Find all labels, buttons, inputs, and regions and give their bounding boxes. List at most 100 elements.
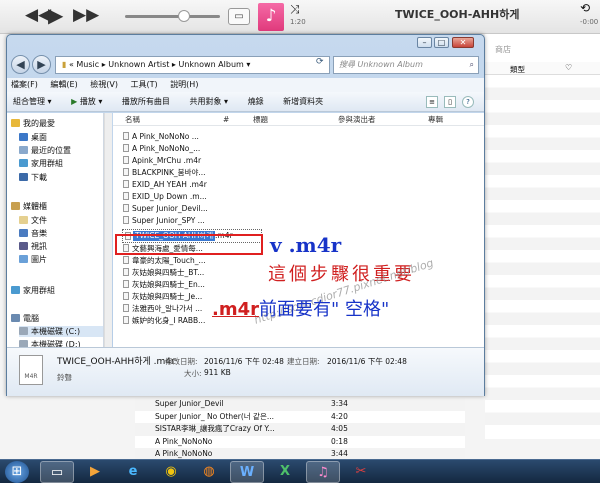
list-item[interactable]: Apink_MrChu .m4r	[123, 156, 213, 166]
breadcrumb-album[interactable]: Unknown Album	[179, 60, 244, 69]
menu-tools[interactable]: 工具(T)	[131, 80, 158, 89]
song-time: 3:34	[331, 399, 348, 408]
nav-documents[interactable]: 文件	[19, 215, 47, 226]
list-item[interactable]: 灰姑娘與四騎士_En...	[123, 280, 213, 290]
col-artists[interactable]: 參與演出者	[338, 113, 376, 126]
volume-knob[interactable]	[178, 10, 190, 22]
table-row[interactable]: Super Junior_Devil 3:34	[135, 398, 465, 411]
shuffle-icon[interactable]: ⤨	[290, 2, 300, 17]
airplay-icon[interactable]: ▭	[228, 8, 250, 25]
list-item[interactable]: EXID_Up Down .m...	[123, 192, 213, 202]
nav-recent[interactable]: 最近的位置	[19, 145, 71, 156]
nav-homegroup[interactable]: 家用群組	[11, 285, 55, 296]
fast-forward-icon[interactable]: ▶▶	[73, 5, 99, 25]
play-button[interactable]: ▶ 播放 ▾	[71, 97, 102, 106]
organize-button[interactable]: 組合管理 ▾	[13, 97, 52, 106]
genre-column-header[interactable]: 類型	[510, 64, 525, 75]
breadcrumb-artist[interactable]: Unknown Artist	[108, 60, 169, 69]
itunes-taskbar-icon[interactable]: ♫	[306, 461, 340, 483]
list-item[interactable]: A Pink_NoNoNo ...	[123, 132, 213, 142]
burn-button[interactable]: 燒錄	[248, 97, 264, 106]
recent-icon	[19, 146, 28, 154]
list-item[interactable]: 灰姑娘與四騎士_BT...	[123, 268, 213, 278]
table-row[interactable]: A Pink_NoNoNo 0:18	[135, 436, 465, 449]
nav-disk-c[interactable]: 本機磁碟 (C:)	[19, 326, 103, 337]
nav-libraries[interactable]: 媒體櫃	[11, 201, 47, 212]
col-number[interactable]: #	[223, 113, 229, 126]
list-item[interactable]: Super Junior_SPY ...	[123, 216, 213, 226]
nav-music[interactable]: 音樂	[19, 228, 47, 239]
view-options-icon[interactable]: ≡	[426, 96, 438, 108]
word-taskbar-icon[interactable]: W	[230, 461, 264, 483]
list-item[interactable]: 嫉妒的化身_I RABB...	[123, 316, 213, 326]
nav-downloads[interactable]: 下載	[19, 172, 47, 183]
close-button[interactable]: ✕	[452, 37, 474, 48]
ext-label: .m4r	[212, 299, 259, 320]
excel-taskbar-icon[interactable]: X	[268, 461, 302, 483]
store-label[interactable]: 商店	[495, 44, 511, 55]
forward-icon[interactable]: ▶	[32, 55, 51, 74]
song-title: A Pink_NoNoNo	[155, 436, 213, 446]
menu-view[interactable]: 檢視(V)	[90, 80, 118, 89]
list-item[interactable]: 韋豪的太陽_Touch_...	[123, 256, 213, 266]
computer-icon	[11, 314, 20, 322]
list-item[interactable]: 法雅西아_알나가서 ...	[123, 304, 213, 314]
share-button[interactable]: 共用對象 ▾	[189, 97, 228, 106]
itunes-music-icon: ♪	[258, 3, 284, 31]
list-item[interactable]: 灰姑娘與四騎士_Je...	[123, 292, 213, 302]
nav-scrollbar[interactable]	[104, 113, 112, 347]
help-icon[interactable]: ?	[462, 96, 474, 108]
menu-edit[interactable]: 編輯(E)	[50, 80, 77, 89]
nav-desktop[interactable]: 桌面	[19, 132, 47, 143]
breadcrumb-music[interactable]: Music	[76, 60, 99, 69]
start-button[interactable]: ⊞	[5, 461, 29, 483]
nav-favorites[interactable]: 我的最愛	[11, 118, 55, 129]
desktop-icon	[19, 133, 28, 141]
nav-label: 圖片	[31, 255, 47, 264]
nav-label: 視訊	[31, 242, 47, 251]
file-name: EXID_AH YEAH .m4r	[132, 180, 207, 189]
col-album[interactable]: 專輯	[428, 113, 443, 126]
repeat-icon[interactable]: ⟲	[580, 1, 590, 15]
menu-file[interactable]: 檔案(F)	[11, 80, 38, 89]
volume-slider[interactable]	[125, 15, 220, 18]
col-title[interactable]: 標題	[253, 113, 268, 126]
search-input[interactable]: 搜尋 Unknown Album ⌕	[333, 56, 479, 74]
preview-pane-icon[interactable]: ▯	[444, 96, 456, 108]
back-icon[interactable]: ◀	[11, 55, 30, 74]
new-folder-button[interactable]: 新增資料夾	[283, 97, 323, 106]
drive-icon	[19, 327, 28, 335]
time-elapsed: 1:20	[290, 18, 306, 26]
maximize-button[interactable]: □	[434, 37, 449, 48]
list-item[interactable]: BLACKPINK_붐바야...	[123, 168, 213, 178]
play-icon[interactable]: ▶	[48, 5, 63, 25]
firefox-taskbar-icon[interactable]: ◍	[192, 461, 226, 483]
nav-computer[interactable]: 電腦	[11, 313, 39, 324]
breadcrumb[interactable]: ▮ « Music ▸ Unknown Artist ▸ Unknown Alb…	[55, 56, 330, 74]
note-text: 前面要有" 空格"	[259, 299, 390, 320]
menu-help[interactable]: 說明(H)	[170, 80, 198, 89]
list-item[interactable]: A Pink_NoNoNo_...	[123, 144, 213, 154]
snipping-tool-taskbar-icon[interactable]: ✂	[344, 461, 378, 483]
explorer-taskbar-icon[interactable]: ▭	[40, 461, 74, 483]
ie-taskbar-icon[interactable]: e	[116, 461, 150, 483]
minimize-button[interactable]: –	[417, 37, 432, 48]
homegroup-icon	[11, 286, 20, 294]
heart-icon[interactable]: ♡	[565, 63, 572, 72]
list-item[interactable]: Super Junior_Devil...	[123, 204, 213, 214]
annotation-space-note: .m4r前面要有" 空格"	[212, 295, 389, 321]
play-all-button[interactable]: 播放所有曲目	[122, 97, 170, 106]
document-icon	[19, 216, 28, 224]
table-row[interactable]: Super Junior_ No Other(너 같은... 4:20	[135, 411, 465, 424]
list-item[interactable]: EXID_AH YEAH .m4r	[123, 180, 213, 190]
breadcrumb-overflow[interactable]: «	[69, 60, 74, 69]
table-row[interactable]: SISTAR李琳_讓我瘋了Crazy Of Y... 4:05	[135, 423, 465, 436]
nav-label: 文件	[31, 216, 47, 225]
chrome-taskbar-icon[interactable]: ◉	[154, 461, 188, 483]
nav-pictures[interactable]: 圖片	[19, 254, 47, 265]
nav-videos[interactable]: 視訊	[19, 241, 47, 252]
col-name[interactable]: 名稱	[125, 113, 140, 126]
media-player-taskbar-icon[interactable]: ▶	[78, 461, 112, 483]
nav-homegroup-fav[interactable]: 家用群組	[19, 158, 63, 169]
refresh-icon[interactable]: ⟳	[316, 57, 324, 67]
